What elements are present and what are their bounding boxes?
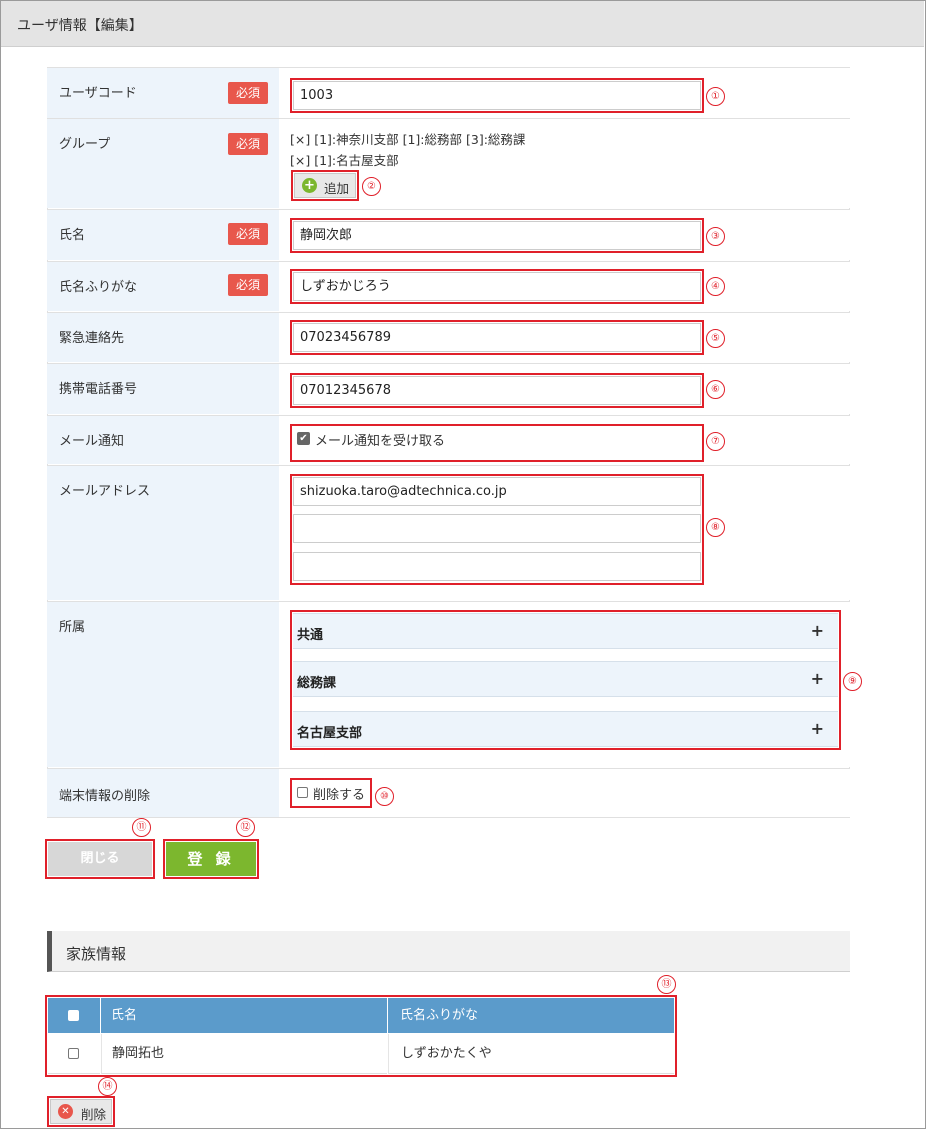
plus-icon[interactable]: + bbox=[811, 621, 824, 640]
group-entry[interactable]: [×] [1]:名古屋支部 bbox=[290, 150, 399, 169]
annotation-9: ⑨ bbox=[843, 672, 862, 691]
annotation-2: ② bbox=[362, 177, 381, 196]
plus-icon[interactable]: + bbox=[811, 669, 824, 688]
select-all-checkbox[interactable] bbox=[68, 1010, 79, 1021]
page-header: ユーザ情報【編集】 bbox=[1, 1, 924, 47]
mail-notify-label-cell: メール通知 bbox=[47, 416, 279, 464]
name-label: 氏名 bbox=[59, 228, 86, 243]
affiliation-item-label: 共通 bbox=[297, 628, 324, 643]
family-delete-label: 削除 bbox=[81, 1107, 107, 1122]
family-row-check-cell bbox=[48, 1034, 100, 1074]
emergency-input[interactable]: 07023456789 bbox=[293, 323, 701, 352]
name-kana-input[interactable]: しずおかじろう bbox=[293, 272, 701, 301]
annotation-14: ⑭ bbox=[98, 1077, 117, 1096]
annotation-1: ① bbox=[706, 87, 725, 106]
affiliation-item-label: 総務課 bbox=[297, 676, 337, 691]
mail-address-label-cell: メールアドレス bbox=[47, 466, 279, 600]
affiliation-label: 所属 bbox=[59, 620, 86, 635]
name-label-cell: 氏名 必須 bbox=[47, 210, 279, 260]
user-code-input[interactable]: 1003 bbox=[293, 81, 701, 110]
device-delete-checkbox-label[interactable]: 削除する bbox=[313, 784, 365, 803]
family-select-all-cell bbox=[48, 998, 100, 1033]
family-section-title: 家族情報 bbox=[66, 945, 127, 963]
device-delete-label: 端末情報の削除 bbox=[59, 789, 151, 804]
family-row-name: 静岡拓也 bbox=[101, 1034, 387, 1074]
close-button[interactable]: 閉じる bbox=[48, 842, 152, 876]
mail-notify-checkbox-label[interactable]: メール通知を受け取る bbox=[315, 430, 445, 449]
required-badge: 必須 bbox=[228, 274, 268, 296]
user-code-label: ユーザコード bbox=[59, 86, 137, 101]
family-section-header: 家族情報 bbox=[47, 931, 850, 972]
name-input[interactable]: 静岡次郎 bbox=[293, 221, 701, 250]
user-code-label-cell: ユーザコード 必須 bbox=[47, 68, 279, 118]
device-delete-label-cell: 端末情報の削除 bbox=[47, 769, 279, 817]
annotation-13: ⑬ bbox=[657, 975, 676, 994]
group-label-cell: グループ 必須 bbox=[47, 119, 279, 208]
annotation-4: ④ bbox=[706, 277, 725, 296]
affiliation-item[interactable]: 共通 + bbox=[293, 613, 838, 649]
mail-address-label: メールアドレス bbox=[59, 484, 151, 499]
mail-address-input-3[interactable] bbox=[293, 552, 701, 581]
affiliation-item[interactable]: 総務課 + bbox=[293, 661, 838, 697]
annotation-8: ⑧ bbox=[706, 518, 725, 537]
group-add-label: 追加 bbox=[324, 181, 350, 196]
affiliation-label-cell: 所属 bbox=[47, 602, 279, 767]
required-badge: 必須 bbox=[228, 133, 268, 155]
group-value-cell: [×] [1]:神奈川支部 [1]:総務部 [3]:総務課 [×] [1]:名古… bbox=[280, 119, 850, 208]
plus-circle-icon: + bbox=[302, 178, 317, 193]
annotation-10: ⑩ bbox=[375, 787, 394, 806]
row-checkbox[interactable] bbox=[68, 1048, 79, 1059]
mail-address-input-2[interactable] bbox=[293, 514, 701, 543]
group-entry[interactable]: [×] [1]:神奈川支部 [1]:総務部 [3]:総務課 bbox=[290, 129, 525, 148]
family-row-kana: しずおかたくや bbox=[388, 1034, 674, 1074]
register-button[interactable]: 登 録 bbox=[166, 842, 256, 876]
mobile-label: 携帯電話番号 bbox=[59, 382, 138, 397]
device-delete-checkbox[interactable] bbox=[297, 787, 308, 802]
group-add-button[interactable]: + 追加 bbox=[294, 173, 356, 198]
name-kana-label-cell: 氏名ふりがな 必須 bbox=[47, 262, 279, 311]
mobile-label-cell: 携帯電話番号 bbox=[47, 364, 279, 414]
emergency-label-cell: 緊急連絡先 bbox=[47, 313, 279, 362]
family-delete-button[interactable]: ✕ 削除 bbox=[50, 1099, 112, 1124]
plus-icon[interactable]: + bbox=[811, 719, 824, 738]
annotation-3: ③ bbox=[706, 227, 725, 246]
group-label: グループ bbox=[59, 137, 111, 152]
mail-notify-label: メール通知 bbox=[59, 434, 125, 449]
family-column-name: 氏名 bbox=[101, 998, 387, 1033]
annotation-7: ⑦ bbox=[706, 432, 725, 451]
annotation-5: ⑤ bbox=[706, 329, 725, 348]
mail-address-input-1[interactable]: shizuoka.taro@adtechnica.co.jp bbox=[293, 477, 701, 506]
annotation-6: ⑥ bbox=[706, 380, 725, 399]
mobile-input[interactable]: 07012345678 bbox=[293, 376, 701, 405]
name-kana-label: 氏名ふりがな bbox=[59, 280, 138, 295]
emergency-label: 緊急連絡先 bbox=[59, 331, 125, 346]
mail-notify-checkbox[interactable]: ✔ bbox=[297, 432, 310, 445]
annotation-12: ⑫ bbox=[236, 818, 255, 837]
annotation-11: ⑪ bbox=[132, 818, 151, 837]
family-column-kana: 氏名ふりがな bbox=[388, 998, 674, 1033]
affiliation-item[interactable]: 名古屋支部 + bbox=[293, 711, 838, 747]
page-title: ユーザ情報【編集】 bbox=[17, 18, 143, 34]
required-badge: 必須 bbox=[228, 223, 268, 245]
affiliation-item-label: 名古屋支部 bbox=[297, 726, 363, 741]
required-badge: 必須 bbox=[228, 82, 268, 104]
delete-circle-icon: ✕ bbox=[58, 1104, 73, 1119]
